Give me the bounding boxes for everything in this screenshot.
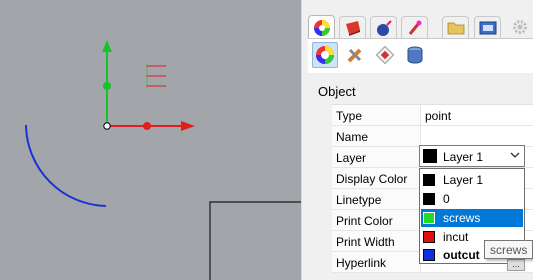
layer-color-swatch — [423, 231, 435, 243]
arc-curve — [25, 124, 107, 207]
gumball-x-rotate-handle — [143, 122, 151, 130]
property-label: Print Width — [336, 235, 395, 249]
object-properties-icon — [316, 46, 334, 64]
panel-header — [308, 0, 533, 14]
layer-option[interactable]: screws — [421, 209, 523, 227]
layer-dropdown[interactable]: Layer 1 — [419, 145, 525, 167]
tab-settings[interactable] — [506, 16, 533, 38]
panel-splitter[interactable] — [301, 0, 308, 280]
rectangle-curve — [209, 201, 301, 280]
layer-option[interactable]: 0 — [421, 190, 523, 208]
property-label: Name — [336, 130, 369, 144]
layer-option-label: 0 — [443, 192, 450, 206]
layer-option-label: outcut — [443, 248, 480, 262]
edit-properties-button[interactable] — [342, 42, 368, 68]
property-label: Type — [336, 109, 363, 123]
properties-toolbar — [308, 39, 533, 73]
object-data-button[interactable] — [402, 42, 428, 68]
hyperlink-browse-button[interactable]: ... — [507, 259, 525, 271]
tab-properties[interactable] — [308, 15, 335, 39]
gear-icon — [512, 20, 527, 34]
texture-mapping-icon — [375, 45, 395, 65]
lamp-icon — [408, 20, 421, 35]
wrench-pencil-icon — [347, 48, 362, 63]
named-view-icon — [479, 21, 496, 34]
property-row-name: Name — [332, 126, 533, 147]
tab-lights[interactable] — [401, 16, 428, 38]
bomb-icon — [376, 19, 392, 36]
name-input[interactable] — [420, 126, 533, 146]
layer-color-swatch — [423, 249, 435, 261]
texture-mapping-button[interactable] — [372, 42, 398, 68]
property-label: Layer — [336, 151, 367, 165]
property-label: Hyperlink — [336, 256, 387, 270]
properties-panel: Object Type point Name Layer Display Col… — [308, 0, 533, 280]
property-label: Linetype — [336, 193, 382, 207]
layer-color-swatch — [423, 193, 435, 205]
tooltip: screws — [484, 240, 533, 259]
layer-option-label: screws — [443, 211, 481, 225]
property-row-type: Type point — [332, 105, 533, 126]
tab-named-views[interactable] — [474, 16, 501, 38]
layer-color-swatch — [423, 149, 437, 163]
section-title-object: Object — [318, 84, 356, 99]
selected-point — [103, 122, 111, 130]
folder-icon — [447, 22, 464, 34]
tab-render[interactable] — [370, 16, 397, 38]
layer-dropdown-value: Layer 1 — [443, 150, 484, 164]
gumball-y-rotate-handle — [103, 82, 111, 90]
object-properties-button[interactable] — [312, 42, 338, 68]
layer-color-swatch — [423, 174, 435, 186]
layer-color-swatch — [423, 212, 435, 224]
tab-library[interactable] — [442, 16, 469, 38]
chevron-down-icon — [510, 152, 520, 158]
material-ball-icon — [345, 20, 360, 36]
property-label: Print Color — [336, 214, 393, 228]
database-icon — [407, 46, 423, 64]
viewport-canvas[interactable] — [0, 0, 301, 280]
layer-option-label: Layer 1 — [443, 173, 484, 187]
property-label: Display Color — [336, 172, 408, 186]
color-wheel-icon — [313, 19, 330, 36]
tab-materials[interactable] — [339, 16, 366, 38]
layer-option-label: incut — [443, 230, 469, 244]
gumball-x-arrow — [181, 121, 195, 131]
layer-option[interactable]: Layer 1 — [421, 171, 523, 189]
modeling-viewport[interactable] — [0, 0, 301, 280]
gumball-y-arrow — [102, 40, 112, 52]
property-value: point — [420, 105, 533, 125]
